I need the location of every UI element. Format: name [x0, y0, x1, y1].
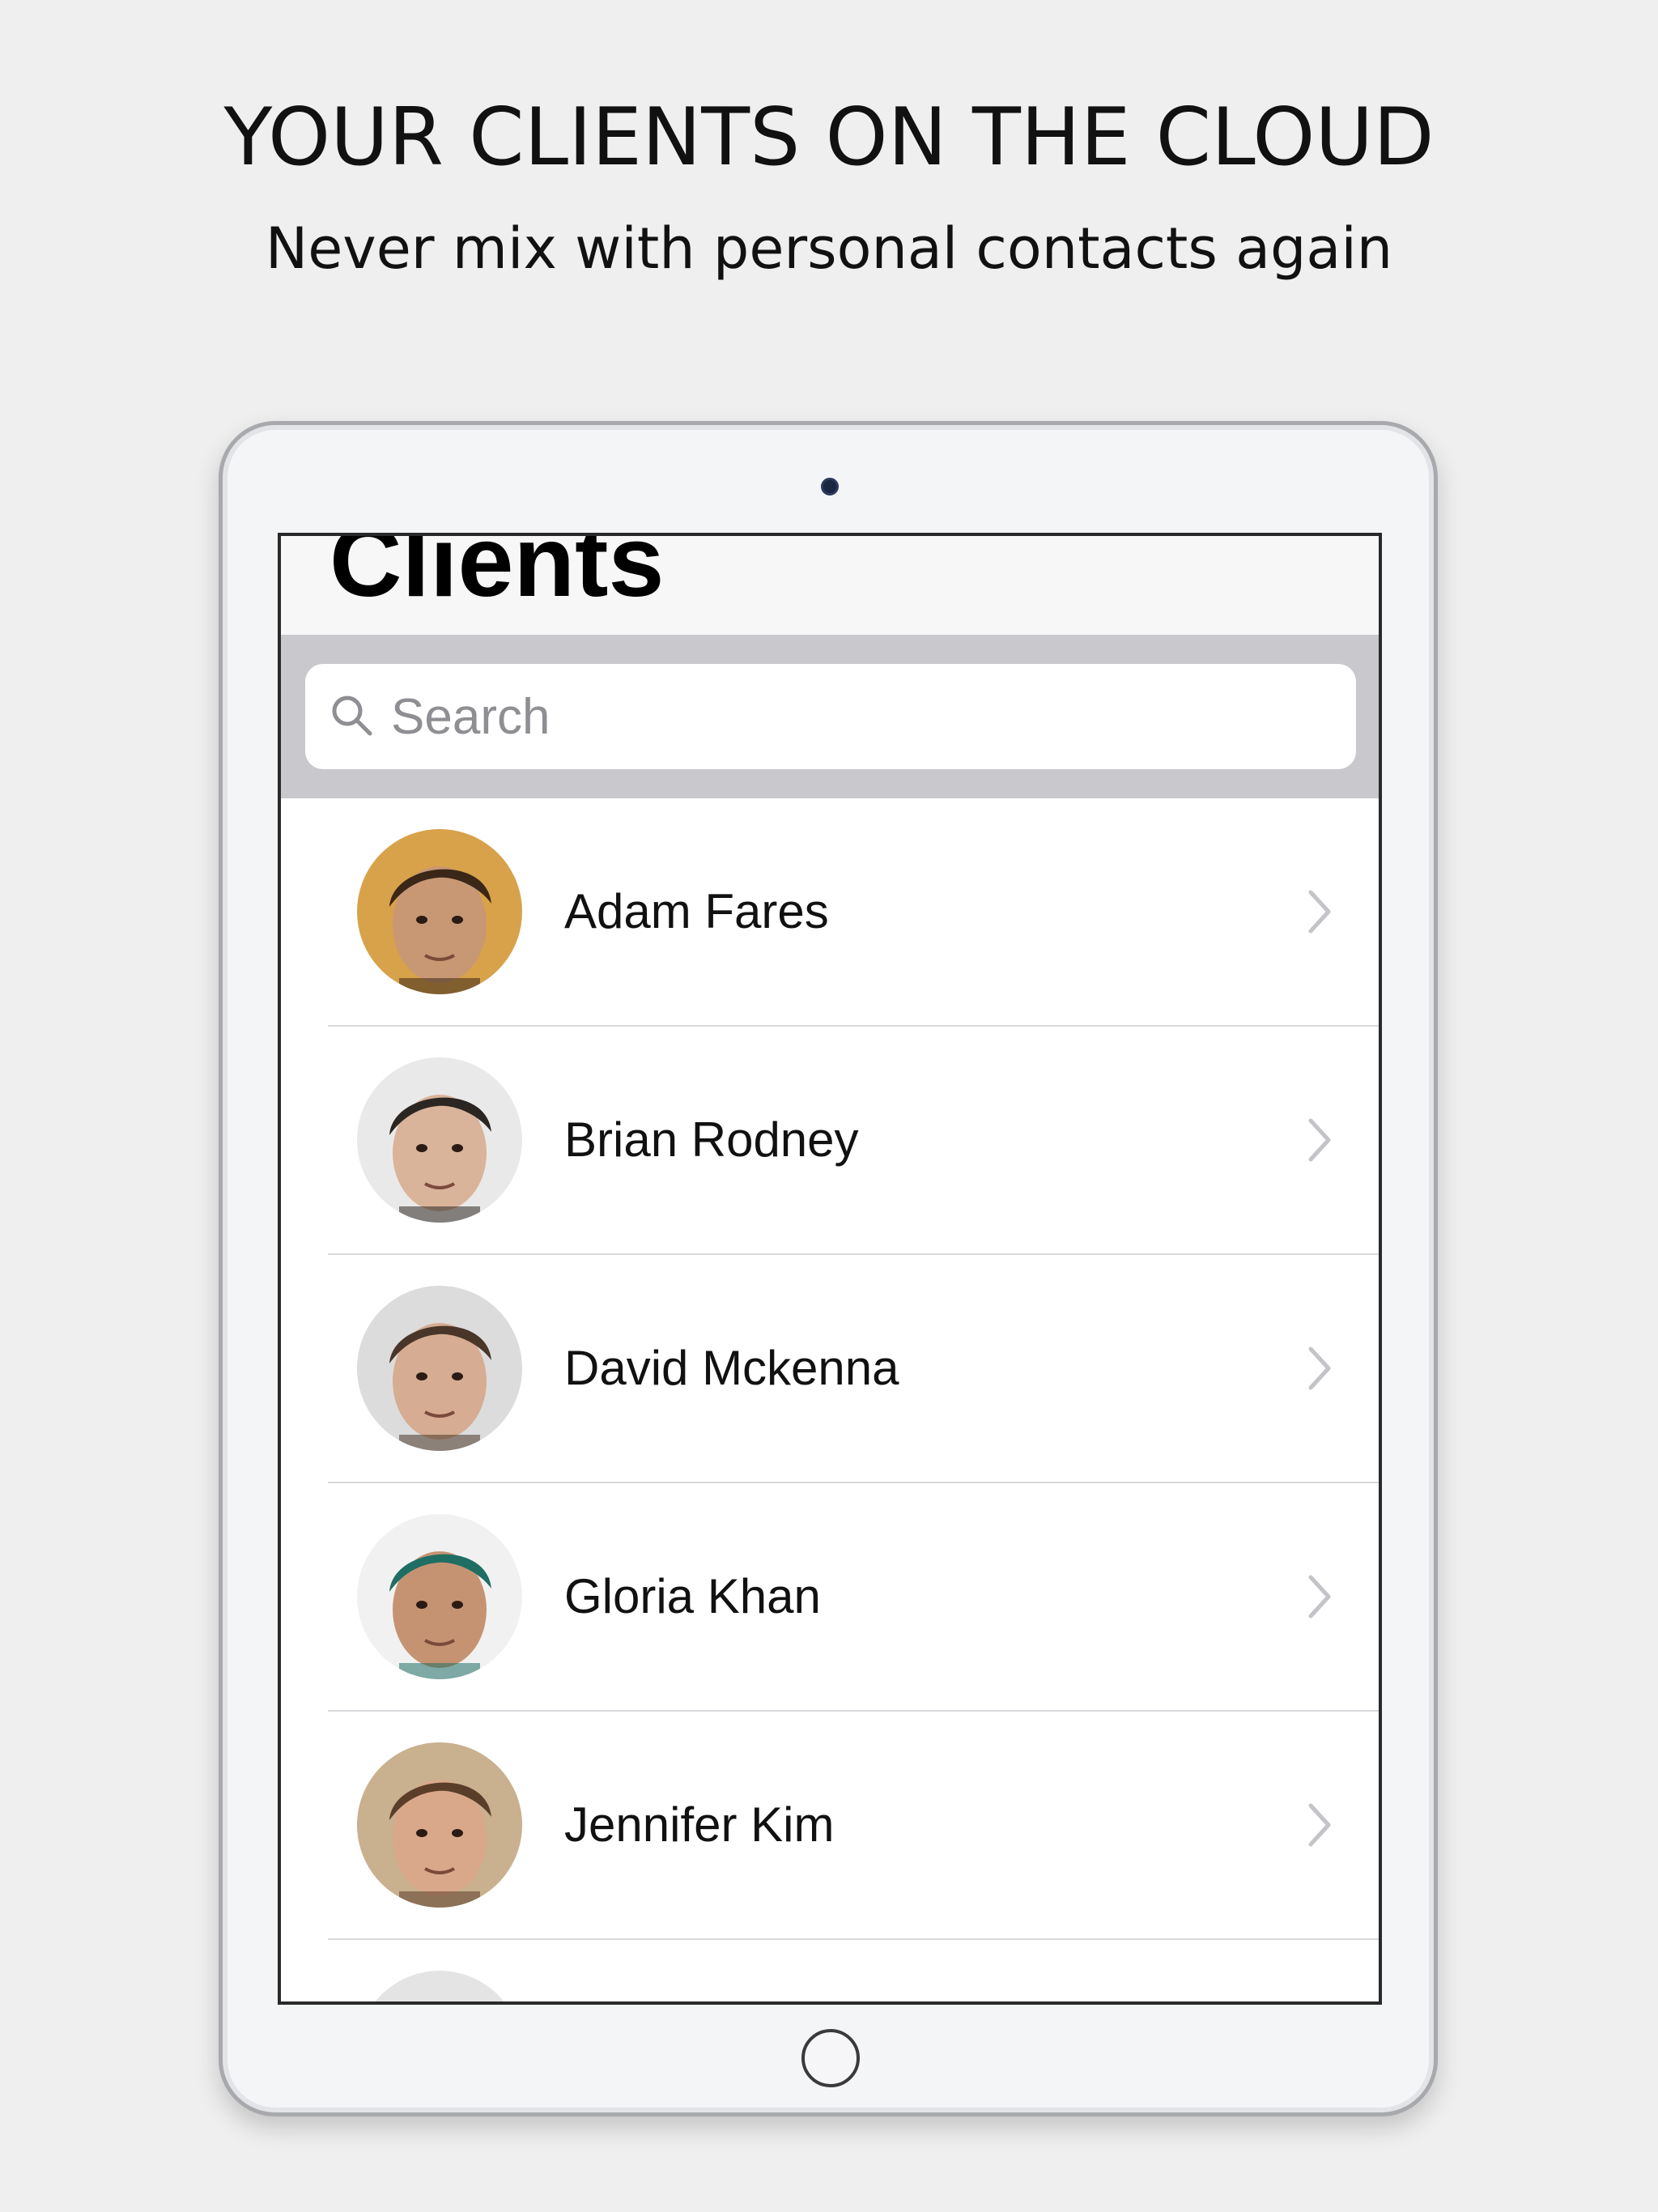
camera-icon — [821, 478, 839, 496]
chevron-right-icon — [1306, 1116, 1333, 1164]
avatar — [357, 1971, 522, 2001]
client-name: Brian Rodney — [564, 1112, 859, 1167]
chevron-right-icon — [1306, 1572, 1333, 1621]
avatar — [357, 1286, 522, 1451]
chevron-right-icon — [1306, 887, 1333, 936]
client-row[interactable]: David Mckenna — [281, 1255, 1379, 1483]
app-screen: Clients Search Adam Fares Brian Rodney Dav… — [278, 533, 1382, 2005]
search-icon — [329, 693, 375, 738]
search-placeholder: Search — [391, 689, 551, 745]
client-name: Gloria Khan — [564, 1569, 821, 1623]
page-title: Clients — [329, 536, 665, 618]
avatar — [357, 829, 522, 994]
chevron-right-icon — [1306, 1344, 1333, 1393]
client-row[interactable]: Brian Rodney — [281, 1027, 1379, 1255]
client-name: Jennifer Kim — [564, 1797, 835, 1852]
client-row[interactable]: Gloria Khan — [281, 1483, 1379, 1712]
client-row[interactable]: Adam Fares — [281, 798, 1379, 1027]
search-bar: Search — [281, 635, 1379, 798]
promo-headline: YOUR CLIENTS ON THE CLOUD — [223, 91, 1435, 184]
client-row[interactable]: Jennifer Kim — [281, 1712, 1379, 1940]
client-row[interactable] — [281, 1940, 1379, 2001]
avatar — [357, 1057, 522, 1223]
client-list: Adam Fares Brian Rodney David Mckenna Glori… — [281, 798, 1379, 2001]
home-button[interactable] — [801, 2029, 860, 2087]
client-name: Adam Fares — [564, 884, 829, 938]
navigation-header: Clients — [281, 536, 1379, 635]
avatar — [357, 1742, 522, 1908]
chevron-right-icon — [1306, 1801, 1333, 1849]
client-name: David Mckenna — [564, 1341, 899, 1395]
search-input[interactable]: Search — [305, 664, 1356, 769]
avatar — [357, 1514, 522, 1679]
promo-subline: Never mix with personal contacts again — [265, 215, 1393, 282]
